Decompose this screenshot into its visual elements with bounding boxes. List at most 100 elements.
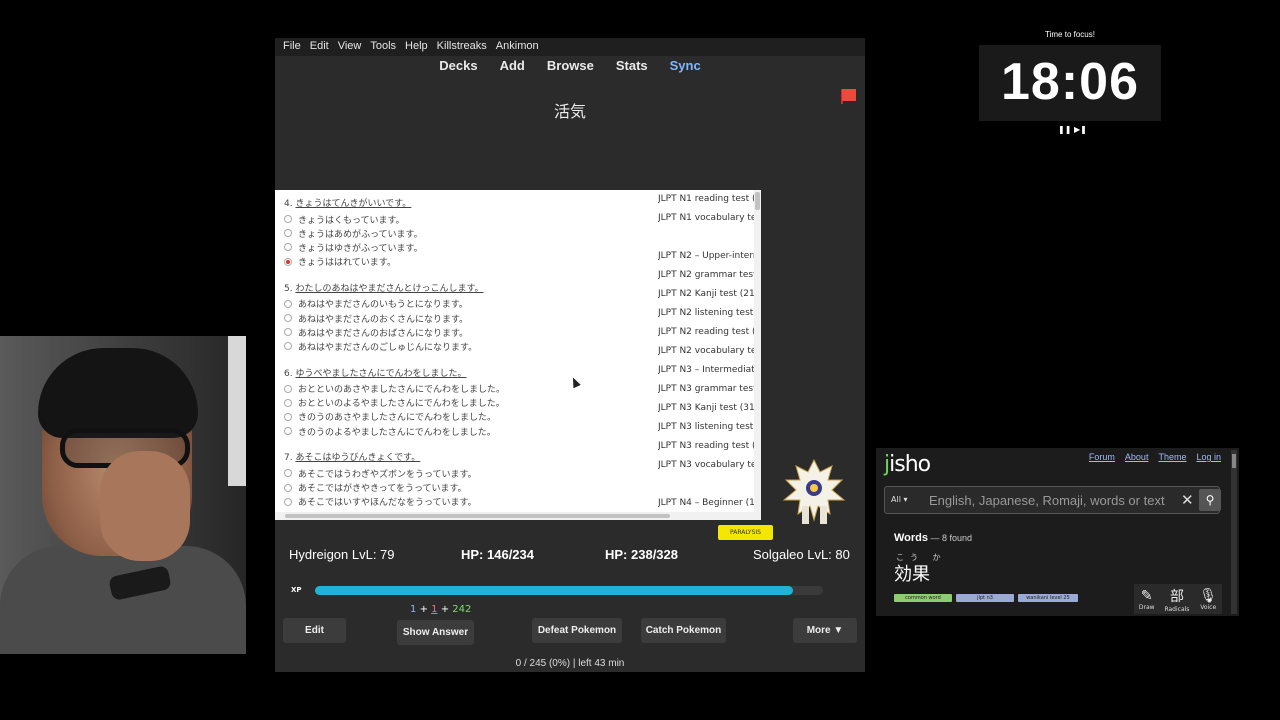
answer-option[interactable]: あそこではがきやきってをうっています。 — [284, 480, 654, 494]
show-answer-button[interactable]: Show Answer — [397, 620, 474, 645]
jlpt-test-link[interactable]: JLPT N3 – Intermediate — [658, 361, 761, 380]
jisho-logo[interactable]: jisho — [884, 452, 931, 477]
jisho-search-scope[interactable]: All ▾ — [891, 495, 907, 504]
answer-option[interactable]: あねはやまださんのごしゅじんになります。 — [284, 339, 654, 353]
radio-button[interactable] — [284, 243, 292, 252]
jisho-nav: Forum About Theme Log in — [1089, 452, 1221, 462]
answer-option[interactable]: あそこではうわぎやズボンをうっています。 — [284, 466, 654, 480]
answer-option[interactable]: きのうのあさやましたさんにでんわをしました。 — [284, 410, 654, 424]
question-list: 4. きょうはてんきがいいです。 きょうはくもっています。 きょうはあめがふっていま… — [284, 196, 654, 520]
jlpt-test-link[interactable]: JLPT N3 Kanji test (31) — [658, 399, 761, 418]
toolbar-browse[interactable]: Browse — [547, 58, 594, 76]
paralysis-status-badge: PARALYSIS — [718, 525, 773, 540]
answer-option[interactable]: きょうはあめがふっています。 — [284, 226, 654, 240]
test-vertical-scroll-thumb[interactable] — [755, 192, 760, 210]
jisho-input-tools: ✎ Draw 部 Radicals 🎙 Voice — [1134, 584, 1222, 614]
jisho-search-bar: All ▾ English, Japanese, Romaji, words o… — [884, 486, 1221, 514]
toolbar-stats[interactable]: Stats — [616, 58, 648, 76]
draw-tool[interactable]: ✎ Draw — [1139, 588, 1155, 611]
radio-button[interactable] — [284, 398, 292, 407]
jlpt-test-link[interactable]: JLPT N1 reading test (5 — [658, 190, 761, 209]
edit-button[interactable]: Edit — [283, 618, 346, 643]
answer-option[interactable]: あねはやまださんのおくさんになります。 — [284, 311, 654, 325]
toolbar-add[interactable]: Add — [500, 58, 525, 76]
test-vertical-scrollbar[interactable] — [754, 190, 761, 520]
jlpt-test-link — [658, 228, 761, 247]
radio-button[interactable] — [284, 299, 292, 308]
radio-button[interactable] — [284, 314, 292, 323]
defeat-pokemon-button[interactable]: Defeat Pokemon — [532, 618, 622, 643]
answer-option[interactable]: あそこではいすやほんだなをうっています。 — [284, 495, 654, 509]
radio-button[interactable] — [284, 229, 292, 238]
menu-ankimon[interactable]: Ankimon — [496, 38, 544, 56]
tag-wanikani: wanikani level 25 — [1018, 594, 1078, 602]
radio-button[interactable] — [284, 257, 292, 266]
timer-pause-skip-icons[interactable]: ❚❚ ▶❚ — [1058, 125, 1087, 134]
menu-help[interactable]: Help — [405, 38, 433, 56]
jisho-scrollbar[interactable] — [1231, 450, 1237, 614]
radio-button[interactable] — [284, 427, 292, 436]
radio-button[interactable] — [284, 412, 292, 421]
question-title: 6. ゆうべやましたさんにでんわをしました。 — [284, 366, 654, 379]
answer-option[interactable]: あねはやまださんのおばさんになります。 — [284, 325, 654, 339]
answer-option[interactable]: おとといのあさやましたさんにでんわをしました。 — [284, 382, 654, 396]
answer-option-text: おとといのあさやましたさんにでんわをしました。 — [298, 385, 506, 396]
radio-button[interactable] — [284, 384, 292, 393]
jlpt-test-link[interactable]: JLPT N2 reading test (4 — [658, 323, 761, 342]
jisho-words-heading: Words — 8 found — [894, 532, 972, 544]
answer-option[interactable]: きのうのよるやましたさんにでんわをしました。 — [284, 424, 654, 438]
jlpt-test-link[interactable]: JLPT N2 vocabulary tes — [658, 342, 761, 361]
search-icon[interactable]: ⚲ — [1199, 489, 1221, 511]
radio-button[interactable] — [284, 342, 292, 351]
jlpt-test-link[interactable]: JLPT N3 vocabulary tes — [658, 456, 761, 475]
radio-button[interactable] — [284, 215, 292, 224]
jlpt-test-link[interactable]: JLPT N3 listening test (2 — [658, 418, 761, 437]
jisho-scroll-thumb[interactable] — [1232, 454, 1236, 468]
catch-pokemon-button[interactable]: Catch Pokemon — [641, 618, 726, 643]
jlpt-test-link[interactable]: JLPT N3 reading test (1 — [658, 437, 761, 456]
jisho-nav-about[interactable]: About — [1125, 452, 1149, 462]
menu-killstreaks[interactable]: Killstreaks — [437, 38, 492, 56]
answer-option[interactable]: きょうははれています。 — [284, 255, 654, 269]
answer-option[interactable]: あねはやまださんのいもうとになります。 — [284, 297, 654, 311]
radio-button[interactable] — [284, 328, 292, 337]
radicals-tool[interactable]: 部 Radicals — [1164, 586, 1189, 613]
toolbar-sync[interactable]: Sync — [670, 58, 701, 76]
radio-button[interactable] — [284, 497, 292, 506]
jlpt-test-link[interactable]: JLPT N2 Kanji test (21) — [658, 285, 761, 304]
radio-button[interactable] — [284, 483, 292, 492]
voice-tool[interactable]: 🎙 Voice — [1199, 588, 1217, 611]
clear-icon[interactable]: ✕ — [1181, 491, 1194, 509]
jisho-nav-login[interactable]: Log in — [1196, 452, 1221, 462]
jisho-nav-theme[interactable]: Theme — [1158, 452, 1186, 462]
player-hp: HP: 146/234 — [461, 547, 534, 562]
radio-button[interactable] — [284, 469, 292, 478]
jlpt-test-link[interactable]: JLPT N1 vocabulary tes — [658, 209, 761, 228]
toolbar-decks[interactable]: Decks — [439, 58, 477, 76]
answer-option-text: あそこではうわぎやズボンをうっています。 — [298, 469, 477, 480]
enemy-hp: HP: 238/328 — [605, 547, 678, 562]
question-title: 7. あそこはゆうびんきょくです。 — [284, 450, 654, 463]
answer-option[interactable]: おとといのよるやましたさんにでんわをしました。 — [284, 396, 654, 410]
jisho-nav-forum[interactable]: Forum — [1089, 452, 1115, 462]
jlpt-test-link[interactable]: JLPT N2 listening test (3 — [658, 304, 761, 323]
answer-option[interactable]: きょうはゆきがふっています。 — [284, 240, 654, 254]
menu-file[interactable]: File — [283, 38, 306, 56]
review-counts: 1 + 1 + 242 — [410, 604, 471, 615]
jlpt-test-link[interactable]: JLPT N4 – Beginner (15 — [658, 494, 761, 513]
jlpt-test-link[interactable]: JLPT N2 grammar test ( — [658, 266, 761, 285]
menu-edit[interactable]: Edit — [310, 38, 334, 56]
menu-tools[interactable]: Tools — [370, 38, 401, 56]
menu-view[interactable]: View — [338, 38, 367, 56]
answer-option[interactable]: きょうはくもっています。 — [284, 212, 654, 226]
jlpt-test-link — [658, 475, 761, 494]
jisho-search-input[interactable]: English, Japanese, Romaji, words or text — [929, 493, 1165, 508]
jlpt-test-link[interactable]: JLPT N2 – Upper-interm — [658, 247, 761, 266]
test-horizontal-scroll-thumb[interactable] — [285, 514, 670, 518]
jlpt-test-link[interactable]: JLPT N3 grammar test ( — [658, 380, 761, 399]
webcam-hand — [100, 451, 190, 561]
more-button[interactable]: More ▼ — [793, 618, 857, 643]
jisho-panel: jisho Forum About Theme Log in All ▾ Eng… — [876, 448, 1239, 616]
microphone-icon: 🎙 — [1199, 587, 1218, 604]
question-item: 4. きょうはてんきがいいです。 きょうはくもっています。 きょうはあめがふっていま… — [284, 196, 654, 269]
